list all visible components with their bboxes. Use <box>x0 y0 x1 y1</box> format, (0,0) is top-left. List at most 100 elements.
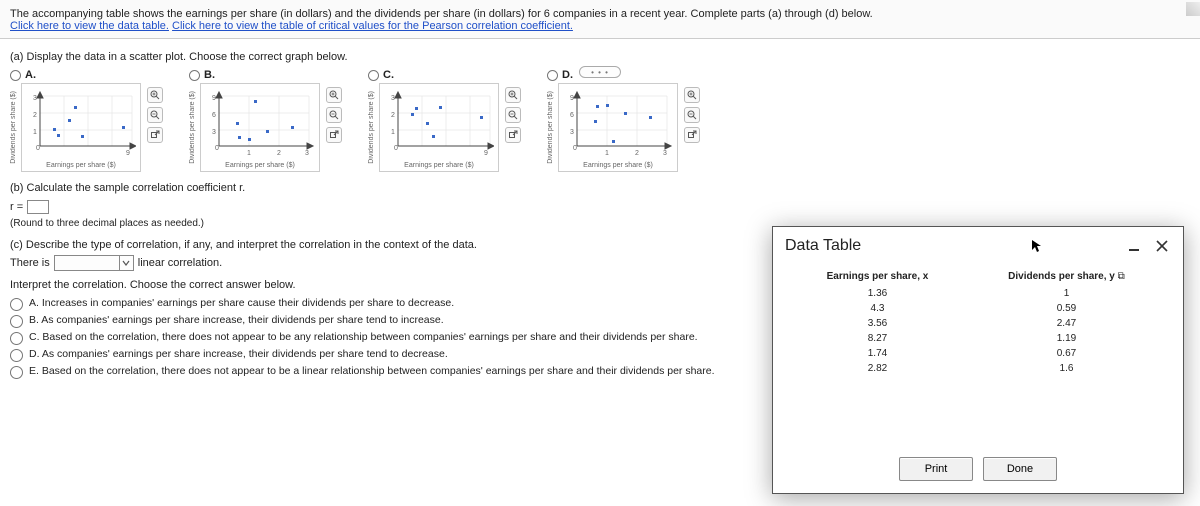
interp-radio-c[interactable] <box>10 332 23 345</box>
svg-text:6: 6 <box>212 112 216 119</box>
expand-pill[interactable]: • • • <box>579 66 621 78</box>
svg-text:3: 3 <box>33 95 37 102</box>
popout-icon <box>329 130 339 140</box>
table-row: 2.821.6 <box>789 361 1167 376</box>
zoom-in-button[interactable] <box>505 87 521 103</box>
zoom-in-button[interactable] <box>326 87 342 103</box>
table-row: 1.361 <box>789 286 1167 301</box>
popout-button[interactable] <box>147 127 163 143</box>
zoom-in-button[interactable] <box>147 87 163 103</box>
r-input[interactable] <box>27 200 49 214</box>
interp-label[interactable]: D. As companies' earnings per share incr… <box>29 348 448 360</box>
chart-xlabel: Earnings per share ($) <box>205 162 315 169</box>
cell-x: 4.3 <box>789 301 966 316</box>
graph-option-a: A. Dividends per share ($) <box>10 69 163 172</box>
interp-radio-d[interactable] <box>10 349 23 362</box>
interp-radio-e[interactable] <box>10 366 23 379</box>
svg-text:3: 3 <box>212 129 216 136</box>
chart-xlabel: Earnings per share ($) <box>563 162 673 169</box>
magnifier-plus-icon <box>329 90 339 100</box>
cell-y: 0.59 <box>966 301 1167 316</box>
table-row: 1.740.67 <box>789 346 1167 361</box>
magnifier-plus-icon <box>508 90 518 100</box>
chart-xlabel: Earnings per share ($) <box>384 162 494 169</box>
cell-x: 1.74 <box>789 346 966 361</box>
chart-ylabel: Dividends per share ($) <box>10 91 17 164</box>
graph-radio-b[interactable] <box>189 70 200 81</box>
cell-x: 1.36 <box>789 286 966 301</box>
ellipsis-icon: • • • <box>591 68 609 77</box>
chevron-down-icon <box>119 256 133 270</box>
svg-text:2: 2 <box>277 150 281 157</box>
data-table: Earnings per share, x Dividends per shar… <box>789 267 1167 376</box>
popout-button[interactable] <box>684 127 700 143</box>
mini-chart-a: 0 1 2 3 9 Earnings per share ($) <box>21 83 141 172</box>
question-intro: The accompanying table shows the earning… <box>10 8 873 20</box>
graph-radio-label[interactable]: B. <box>204 69 215 81</box>
minimize-icon <box>1127 239 1141 253</box>
graph-radio-c[interactable] <box>368 70 379 81</box>
svg-text:9: 9 <box>212 95 216 102</box>
zoom-in-button[interactable] <box>684 87 700 103</box>
svg-text:3: 3 <box>570 129 574 136</box>
mini-chart-d: 0 3 6 9 123 Earnings per share ($) <box>558 83 678 172</box>
correlation-type-select[interactable] <box>54 255 134 271</box>
minimize-button[interactable] <box>1125 237 1143 255</box>
copy-icon[interactable]: ⧉ <box>1118 271 1125 282</box>
popout-button[interactable] <box>505 127 521 143</box>
graph-radio-d[interactable] <box>547 70 558 81</box>
question-header: The accompanying table shows the earning… <box>0 0 1200 39</box>
interp-radio-b[interactable] <box>10 315 23 328</box>
cell-y: 2.47 <box>966 316 1167 331</box>
magnifier-minus-icon <box>150 110 160 120</box>
graph-radio-label[interactable]: C. <box>383 69 394 81</box>
chart-xlabel: Earnings per share ($) <box>26 162 136 169</box>
svg-text:9: 9 <box>570 95 574 102</box>
data-table-modal: Data Table Earnings per share, x Dividen… <box>772 226 1184 494</box>
view-data-table-link[interactable]: Click here to view the data table. <box>10 20 169 32</box>
svg-text:0: 0 <box>215 145 219 152</box>
magnifier-minus-icon <box>508 110 518 120</box>
window-resize-handle <box>1186 2 1200 16</box>
interp-label[interactable]: C. Based on the correlation, there does … <box>29 331 698 343</box>
graph-option-b: B. Dividends per share ($) <box>189 69 342 172</box>
graph-radio-label[interactable]: A. <box>25 69 36 81</box>
svg-text:0: 0 <box>36 145 40 152</box>
part-b-prompt: (b) Calculate the sample correlation coe… <box>10 182 1190 194</box>
zoom-out-button[interactable] <box>147 107 163 123</box>
cell-x: 2.82 <box>789 361 966 376</box>
zoom-out-button[interactable] <box>684 107 700 123</box>
zoom-out-button[interactable] <box>505 107 521 123</box>
interp-label[interactable]: A. Increases in companies' earnings per … <box>29 297 454 309</box>
svg-text:6: 6 <box>570 112 574 119</box>
cell-x: 8.27 <box>789 331 966 346</box>
svg-text:3: 3 <box>663 150 667 157</box>
table-row: 4.30.59 <box>789 301 1167 316</box>
print-button[interactable]: Print <box>899 457 973 481</box>
magnifier-plus-icon <box>687 90 697 100</box>
svg-text:9: 9 <box>126 150 130 157</box>
table-header-x: Earnings per share, x <box>789 267 966 286</box>
popout-button[interactable] <box>326 127 342 143</box>
interp-label[interactable]: B. As companies' earnings per share incr… <box>29 314 444 326</box>
magnifier-minus-icon <box>329 110 339 120</box>
interp-label[interactable]: E. Based on the correlation, there does … <box>29 365 715 377</box>
interp-radio-a[interactable] <box>10 298 23 311</box>
zoom-out-button[interactable] <box>326 107 342 123</box>
popout-icon <box>508 130 518 140</box>
close-button[interactable] <box>1153 237 1171 255</box>
table-row: 8.271.19 <box>789 331 1167 346</box>
table-header-y: Dividends per share, y ⧉ <box>966 267 1167 286</box>
graph-radio-label[interactable]: D. <box>562 69 573 81</box>
cell-y: 0.67 <box>966 346 1167 361</box>
chart-ylabel: Dividends per share ($) <box>368 91 375 164</box>
popout-icon <box>150 130 160 140</box>
view-critical-values-link[interactable]: Click here to view the table of critical… <box>172 20 573 32</box>
svg-text:9: 9 <box>484 150 488 157</box>
graph-radio-a[interactable] <box>10 70 21 81</box>
svg-text:2: 2 <box>635 150 639 157</box>
cell-x: 3.56 <box>789 316 966 331</box>
close-icon <box>1156 240 1168 252</box>
cell-y: 1 <box>966 286 1167 301</box>
done-button[interactable]: Done <box>983 457 1057 481</box>
